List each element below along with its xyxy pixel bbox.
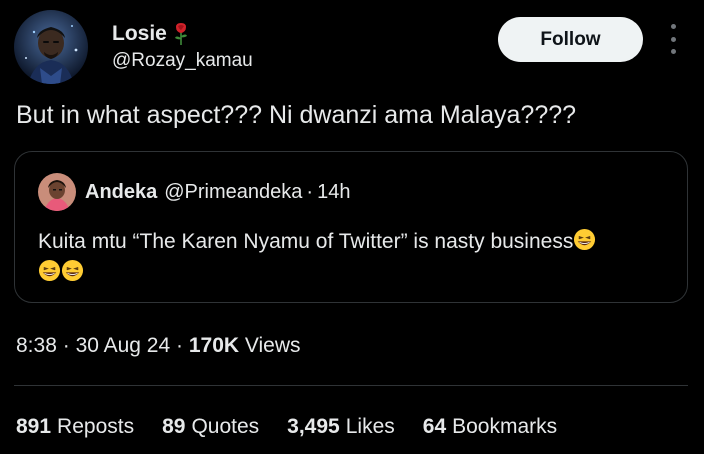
more-vertical-icon[interactable] xyxy=(664,24,682,54)
meta-separator: · xyxy=(62,334,70,357)
grinning-squinting-face-emoji-icon xyxy=(38,259,61,282)
quote-text-block: Kuita mtu “The Karen Nyamu of Twitter” i… xyxy=(38,226,663,288)
tweet-time[interactable]: 8:38 xyxy=(16,334,57,357)
author-name[interactable]: Losie xyxy=(112,22,189,46)
quotes-stat[interactable]: 89 Quotes xyxy=(162,415,259,439)
quote-author-name[interactable]: Andeka xyxy=(85,181,157,204)
reposts-label: Reposts xyxy=(57,415,135,438)
more-dot xyxy=(670,24,676,29)
quote-avatar-icon xyxy=(38,173,76,211)
tweet-text: But in what aspect??? Ni dwanzi ama Mala… xyxy=(16,101,577,129)
grinning-squinting-face-emoji-icon xyxy=(573,228,596,251)
more-dot xyxy=(670,49,676,54)
quote-header: Andeka @Primeandeka · 14h xyxy=(85,181,350,204)
quote-separator: · xyxy=(306,181,314,203)
quote-author-handle[interactable]: @Primeandeka xyxy=(164,181,302,204)
divider xyxy=(14,385,688,386)
quote-author-avatar[interactable] xyxy=(38,173,76,211)
views-label: Views xyxy=(244,334,301,357)
likes-stat[interactable]: 3,495 Likes xyxy=(287,415,395,439)
meta-separator: · xyxy=(176,334,183,357)
author-name-text: Losie xyxy=(112,22,167,45)
follow-button[interactable]: Follow xyxy=(498,17,643,62)
tweet-meta: 8:38 · 30 Aug 24 · 170K Views xyxy=(16,334,301,358)
author-avatar[interactable] xyxy=(14,10,88,84)
grinning-squinting-face-emoji-icon xyxy=(61,259,84,282)
avatar-portrait-icon xyxy=(14,10,88,84)
bookmarks-stat[interactable]: 64 Bookmarks xyxy=(423,415,557,439)
quotes-label: Quotes xyxy=(191,415,260,438)
more-dot xyxy=(670,36,676,42)
engagement-stats: 891 Reposts 89 Quotes 3,495 Likes 64 Bookmar… xyxy=(16,415,585,439)
rose-icon xyxy=(173,22,189,46)
views-count: 170K xyxy=(188,334,240,357)
quote-text: Kuita mtu “The Karen Nyamu of Twitter” i… xyxy=(38,230,574,253)
likes-label: Likes xyxy=(345,415,395,438)
bookmarks-count: 64 xyxy=(422,415,447,438)
tweet-date[interactable]: 30 Aug 24 xyxy=(76,334,171,357)
quoted-tweet-card[interactable]: Andeka @Primeandeka · 14h Kuita mtu “The… xyxy=(14,151,688,303)
reposts-stat[interactable]: 891 Reposts xyxy=(16,415,134,439)
quote-time[interactable]: 14h xyxy=(317,181,350,204)
likes-count: 3,495 xyxy=(287,415,340,438)
reposts-count: 891 xyxy=(16,415,52,438)
quotes-count: 89 xyxy=(162,415,186,438)
author-handle[interactable]: @Rozay_kamau xyxy=(112,50,253,72)
bookmarks-label: Bookmarks xyxy=(452,415,558,438)
